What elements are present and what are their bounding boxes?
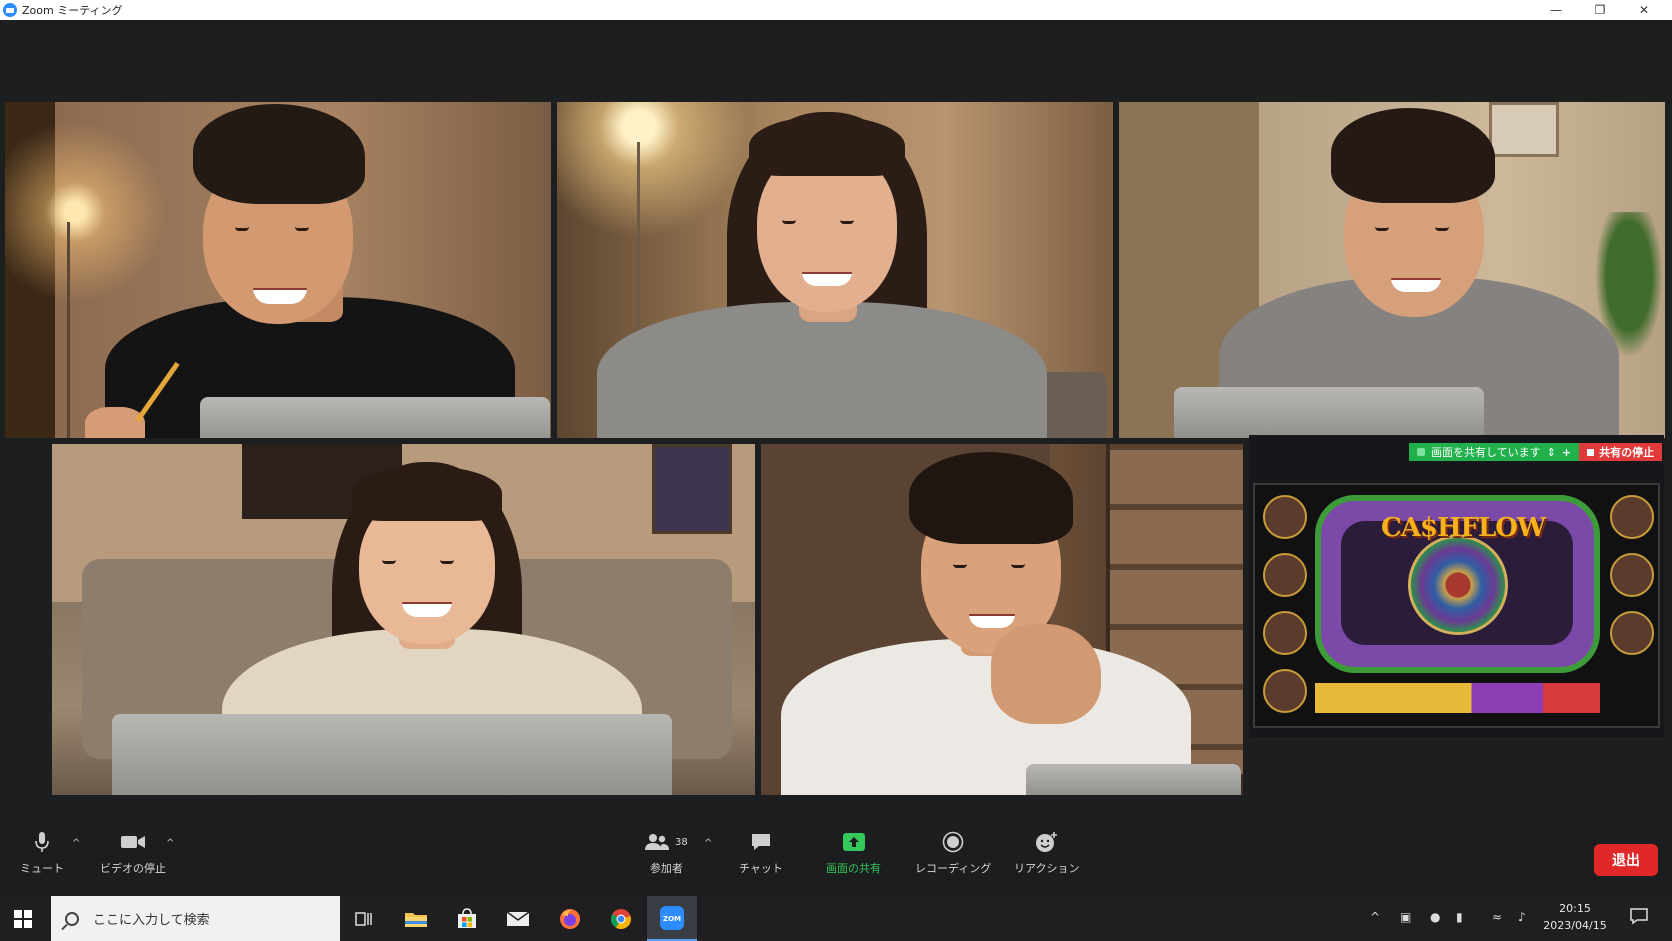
character-portrait	[1263, 495, 1307, 539]
clock-time: 20:15	[1559, 902, 1591, 915]
hand-on-chin	[991, 624, 1101, 724]
wall-painting	[652, 444, 732, 534]
new-share-icon[interactable]: +	[1562, 446, 1571, 459]
svg-text:ZOM: ZOM	[663, 915, 681, 923]
share-indicator-icon	[1417, 448, 1425, 456]
windows-taskbar: ここに入力して検索 ZOM ^ ▣ ● ▮ ≈ ♪ 20:15 2023/04/…	[0, 896, 1672, 941]
laptop	[200, 397, 550, 438]
microphone-icon	[34, 830, 50, 854]
participants-options-caret[interactable]: ^	[704, 838, 712, 849]
laptop	[1174, 387, 1484, 438]
mute-button[interactable]: ミュート	[20, 830, 64, 876]
mail-icon[interactable]	[503, 904, 533, 934]
share-screen-button[interactable]: 画面の共有	[826, 830, 881, 876]
video-camera-icon	[120, 830, 146, 854]
participants-count: 38	[675, 836, 688, 848]
clock-date: 2023/04/15	[1543, 919, 1607, 932]
notification-icon[interactable]	[1630, 907, 1648, 928]
search-icon	[65, 911, 79, 926]
hand	[85, 407, 145, 438]
taskbar-search-box[interactable]: ここに入力して検索	[51, 896, 340, 941]
participants-label: 参加者	[649, 862, 683, 875]
window-title: Zoom ミーティング	[22, 4, 123, 17]
share-screen-icon	[842, 830, 866, 854]
video-tile-1[interactable]	[5, 102, 551, 438]
reactions-button[interactable]: リアクション	[1014, 830, 1079, 876]
show-hidden-icons-chevron[interactable]: ^	[1370, 910, 1380, 924]
share-screen-label: 画面の共有	[826, 862, 881, 875]
chat-bubble-icon	[750, 830, 772, 854]
character-portrait	[1263, 553, 1307, 597]
character-portrait	[1263, 611, 1307, 655]
search-placeholder: ここに入力して検索	[93, 913, 210, 928]
character-portrait	[1610, 495, 1654, 539]
sharing-status-badge[interactable]: 画面を共有しています ⇕ +	[1409, 443, 1580, 461]
record-icon	[942, 830, 964, 854]
pause-icon[interactable]: ⇕	[1547, 446, 1556, 459]
participants-button[interactable]: 38 参加者	[645, 830, 688, 876]
game-wheel	[1408, 535, 1508, 635]
chat-button[interactable]: チャット	[739, 830, 783, 876]
restore-icon[interactable]: ❐	[1578, 0, 1622, 20]
game-card-strip	[1315, 683, 1600, 713]
character-portrait	[1610, 611, 1654, 655]
taskbar-clock[interactable]: 20:15 2023/04/15	[1535, 900, 1615, 934]
shared-screen-panel[interactable]: 画面を共有しています ⇕ + 共有の停止 CA$HFLOW	[1249, 435, 1664, 737]
close-icon[interactable]: ✕	[1622, 0, 1666, 20]
network-device-icon[interactable]: ▣	[1400, 910, 1411, 924]
video-tile-4[interactable]	[52, 444, 755, 795]
stop-icon	[1587, 448, 1595, 456]
video-tile-2[interactable]	[557, 102, 1113, 438]
microsoft-store-icon[interactable]	[452, 904, 482, 934]
window-title-bar: Zoom ミーティング — ❐ ✕	[0, 0, 1672, 20]
participants-icon: 38	[645, 830, 688, 854]
stop-share-label: 共有の停止	[1599, 446, 1655, 459]
laptop	[1026, 764, 1241, 795]
character-portrait	[1263, 669, 1307, 713]
minimize-icon[interactable]: —	[1534, 0, 1578, 20]
zoom-taskbar-icon[interactable]: ZOM	[647, 896, 697, 941]
sharing-control-bar: 画面を共有しています ⇕ + 共有の停止	[1409, 443, 1663, 461]
shared-board-game: CA$HFLOW	[1253, 483, 1660, 728]
stop-video-label: ビデオの停止	[100, 862, 166, 875]
floor-lamp	[67, 222, 70, 438]
leave-meeting-button[interactable]: 退出	[1594, 844, 1658, 876]
stop-video-button[interactable]: ビデオの停止	[100, 830, 166, 876]
stop-share-button[interactable]: 共有の停止	[1579, 443, 1663, 461]
battery-icon[interactable]: ▮	[1456, 910, 1463, 924]
mute-label: ミュート	[20, 862, 64, 875]
reaction-smiley-icon	[1035, 830, 1059, 854]
wifi-icon[interactable]: ≈	[1492, 910, 1502, 924]
zoom-app-icon	[3, 3, 17, 17]
volume-icon[interactable]: ♪	[1518, 910, 1526, 924]
game-logo: CA$HFLOW	[1381, 513, 1546, 543]
record-button[interactable]: レコーディング	[915, 830, 991, 876]
record-label: レコーディング	[915, 862, 992, 875]
character-portrait	[1610, 553, 1654, 597]
reactions-label: リアクション	[1014, 862, 1080, 875]
task-view-icon[interactable]	[349, 904, 379, 934]
participant	[781, 444, 1201, 795]
laptop	[112, 714, 672, 795]
chrome-icon[interactable]	[606, 904, 636, 934]
file-explorer-icon[interactable]	[401, 904, 431, 934]
video-tile-5[interactable]	[761, 444, 1243, 795]
participant	[577, 102, 1077, 438]
firefox-icon[interactable]	[555, 904, 585, 934]
audio-options-caret[interactable]: ^	[72, 838, 80, 849]
microphone-tray-icon[interactable]: ●	[1430, 910, 1440, 924]
video-tile-3[interactable]	[1119, 102, 1665, 438]
video-options-caret[interactable]: ^	[166, 838, 174, 849]
windows-start-icon[interactable]	[14, 910, 32, 928]
chat-label: チャット	[739, 862, 783, 875]
sharing-status-text: 画面を共有しています	[1431, 446, 1541, 459]
